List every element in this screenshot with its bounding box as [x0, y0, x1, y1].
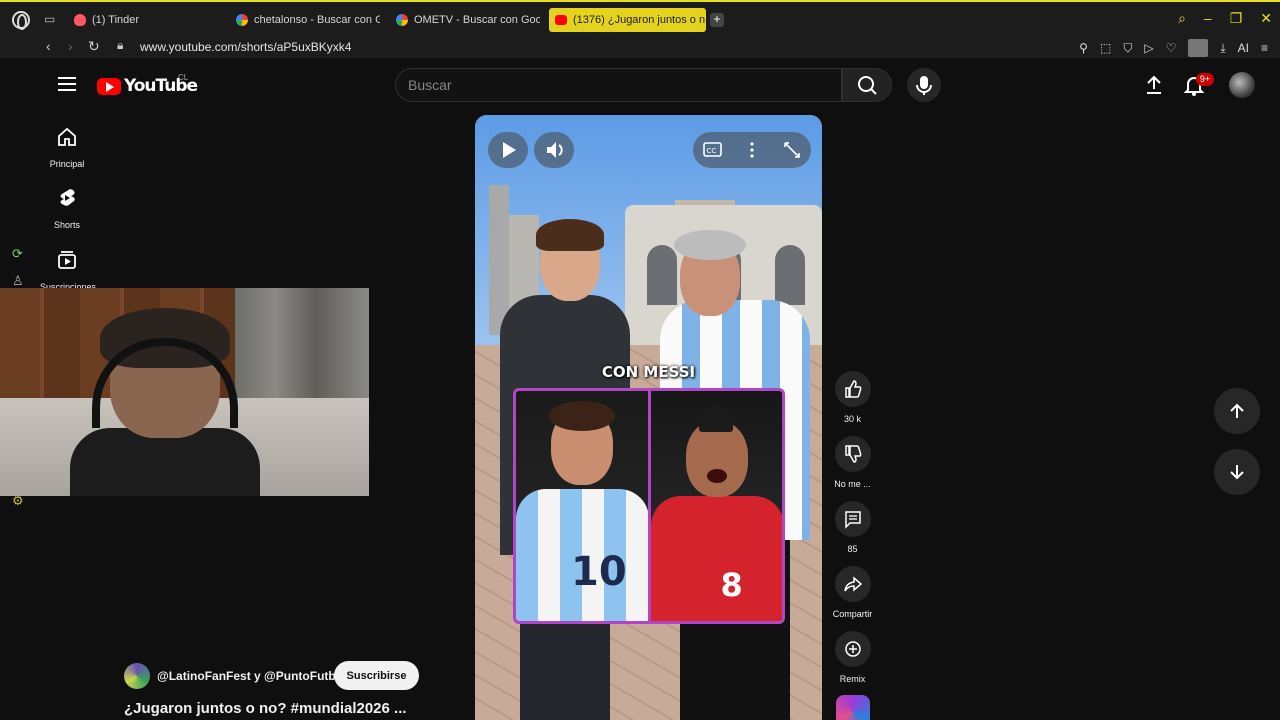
fullscreen-icon — [784, 142, 800, 158]
profile-avatar[interactable] — [1188, 39, 1209, 57]
close-icon[interactable]: ✕ — [1260, 10, 1272, 27]
home-icon — [58, 127, 76, 146]
tab-tinder[interactable]: (1) Tinder — [68, 8, 218, 32]
youtube-favicon-icon — [555, 15, 567, 25]
more-options-icon — [750, 142, 754, 158]
like-icon — [844, 380, 861, 398]
sidebar-item-suscripciones[interactable]: Suscripciones — [40, 249, 96, 292]
messi-photo: 10 — [516, 391, 648, 621]
comment-icon — [844, 511, 861, 529]
notification-badge: 9+ — [1196, 73, 1214, 86]
sidebar-item-principal[interactable]: Principal — [40, 126, 94, 169]
create-button[interactable] — [1143, 74, 1165, 96]
lock-icon: 🔒︎ — [117, 38, 124, 52]
dislike-button[interactable]: No me ... — [830, 436, 875, 489]
reload-icon[interactable]: ↻ — [88, 38, 100, 55]
account-avatar[interactable] — [1229, 72, 1255, 98]
sidebar-item-label: Shorts — [53, 220, 80, 230]
opera-logo-icon[interactable] — [12, 11, 30, 30]
arrow-down-icon — [1230, 465, 1244, 480]
shield-icon[interactable]: ⛉ — [1123, 41, 1132, 56]
jersey-number: 10 — [571, 549, 627, 595]
sidebar-item-shorts[interactable]: Shorts — [40, 187, 94, 230]
google-favicon-icon — [396, 14, 408, 26]
comment-count: 85 — [847, 544, 858, 554]
tab-google-chetalonso[interactable]: chetalonso - Buscar con G — [230, 8, 380, 32]
search-icon — [858, 76, 877, 95]
voice-search-button[interactable] — [907, 68, 941, 102]
snapshot-icon[interactable]: ⬚ — [1100, 41, 1111, 55]
tab-youtube-active[interactable]: (1376) ¿Jugaron juntos o n — [549, 8, 706, 32]
share-label: Compartir — [832, 609, 873, 619]
previous-short-button[interactable] — [1214, 388, 1260, 434]
player-collage: 10 8 — [513, 388, 785, 624]
ai-button[interactable]: AI — [1238, 41, 1249, 55]
new-tab-button[interactable]: + — [710, 13, 724, 27]
remix-icon — [844, 641, 861, 657]
tab-islands-icon[interactable]: ▭ — [44, 12, 60, 26]
guide-menu-button[interactable] — [58, 77, 76, 91]
dislike-icon — [844, 445, 861, 463]
window-controls: ⌕ – ❐ ✕ — [1178, 10, 1272, 27]
like-button[interactable]: 30 k — [830, 371, 875, 424]
player-controls-group: CC — [693, 132, 811, 168]
arrow-up-icon — [1230, 403, 1244, 418]
subscriptions-icon — [58, 251, 76, 269]
like-count: 30 k — [843, 414, 861, 424]
country-code: CL — [178, 73, 189, 82]
url-field[interactable]: www.youtube.com/shorts/aP5uxBKyxk4 — [140, 40, 351, 54]
search-tabs-icon[interactable]: ⌕ — [1178, 10, 1186, 27]
maximize-icon[interactable]: ❐ — [1230, 10, 1243, 27]
video-caption: CON MESSI — [601, 363, 696, 381]
address-bar: ‹ › ↻ 🔒︎ www.youtube.com/shorts/aP5uxBKy… — [0, 36, 1280, 58]
next-short-button[interactable] — [1214, 449, 1260, 495]
tinder-favicon-icon — [74, 14, 86, 26]
sidebar-item-label: Principal — [49, 159, 85, 169]
player-icon[interactable]: ▷ — [1144, 41, 1153, 55]
play-icon — [503, 142, 516, 158]
subscribe-button[interactable]: Suscribirse — [334, 661, 419, 690]
youtube-play-icon — [97, 77, 121, 95]
remix-button[interactable]: Remix — [830, 631, 875, 684]
sidebar-app-icon[interactable]: ♙ — [12, 273, 28, 289]
microphone-icon — [916, 76, 932, 95]
minimize-icon[interactable]: – — [1204, 10, 1212, 27]
google-favicon-icon — [236, 14, 248, 26]
volume-icon — [547, 142, 563, 158]
browser-tab-bar: ▭ (1) Tinder chetalonso - Buscar con G O… — [0, 0, 1280, 36]
volume-button[interactable] — [534, 132, 574, 168]
captions-icon: CC — [703, 142, 722, 157]
channel-avatar[interactable] — [124, 663, 150, 689]
webcam-overlay — [0, 288, 369, 496]
share-button[interactable]: Compartir — [830, 566, 875, 619]
streamer — [70, 308, 260, 496]
heart-icon[interactable]: ♡ — [1166, 41, 1177, 55]
remix-label: Remix — [839, 674, 866, 684]
pin-icon[interactable]: ⚲ — [1079, 41, 1088, 55]
shorts-icon — [60, 189, 75, 206]
vidal-photo: 8 — [650, 391, 782, 621]
comments-button[interactable]: 85 — [830, 501, 875, 554]
tab-google-ometv[interactable]: OMETV - Buscar con Goo — [390, 8, 540, 32]
svg-text:CC: CC — [707, 147, 717, 155]
video-title[interactable]: ¿Jugaron juntos o no? #mundial2026 ... — [124, 700, 407, 717]
search-input[interactable] — [396, 69, 841, 101]
share-icon — [843, 576, 862, 592]
back-icon[interactable]: ‹ — [46, 38, 51, 54]
forward-icon[interactable]: › — [68, 38, 73, 54]
search-button[interactable] — [842, 68, 892, 102]
extension-toolbar: ⚲ ⬚ ⛉ ▷ ♡ ⤓ AI ≡ — [1079, 39, 1268, 57]
menu-icon[interactable]: ≡ — [1261, 41, 1268, 55]
search-bar — [395, 68, 842, 102]
dislike-label: No me ... — [834, 479, 871, 489]
sound-disc-icon[interactable] — [836, 695, 870, 720]
channel-name[interactable]: @LatinoFanFest y @PuntoFutbol — [157, 669, 346, 683]
play-button[interactable] — [488, 132, 528, 168]
jersey-number: 8 — [720, 566, 743, 604]
shorts-video-player[interactable]: CON MESSI 10 8 CC — [475, 115, 822, 720]
history-icon[interactable]: ⟳ — [12, 246, 28, 262]
upload-icon — [1147, 75, 1161, 94]
download-icon[interactable]: ⤓ — [1220, 41, 1225, 56]
